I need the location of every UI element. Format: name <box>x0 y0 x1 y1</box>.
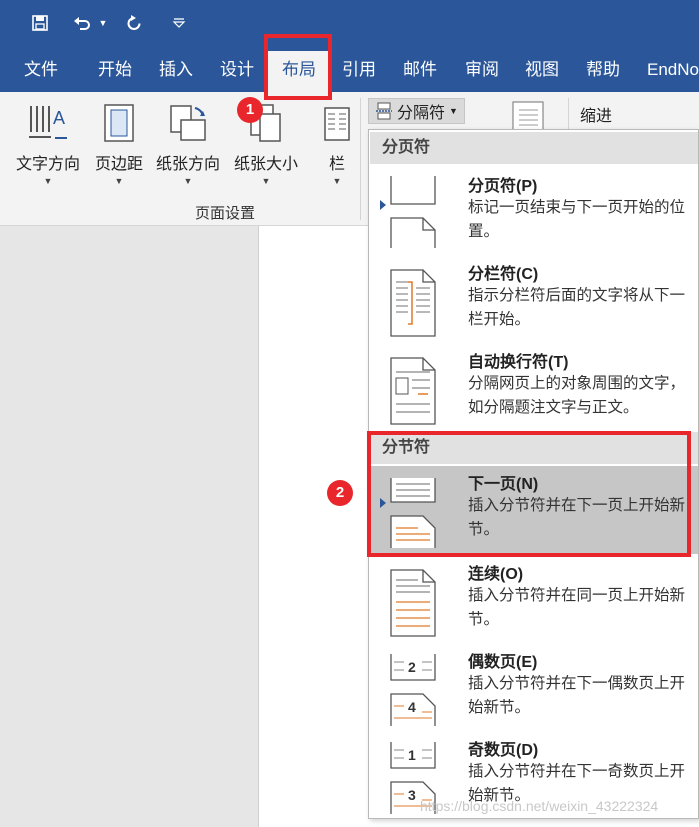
redo-icon[interactable] <box>122 10 146 36</box>
tab-review[interactable]: 审阅 <box>465 58 499 82</box>
chevron-down-icon: ▼ <box>449 106 458 116</box>
tab-endnote[interactable]: EndNo <box>647 58 699 82</box>
tab-insert[interactable]: 插入 <box>159 58 193 82</box>
menu-item-continuous[interactable]: 连续(O) 插入分节符并在同一页上开始新节。 <box>370 556 698 644</box>
column-break-icon <box>388 262 440 338</box>
text-direction-icon: A <box>25 100 71 144</box>
columns-label: 栏 <box>328 156 345 173</box>
menu-item-title: 分栏符(C) <box>468 266 539 283</box>
orientation-label: 纸张方向 <box>156 156 221 173</box>
menu-item-text-wrapping-break[interactable]: 自动换行符(T) 分隔网页上的对象周围的文字，如分隔题注文字与正文。 <box>370 344 698 432</box>
tab-mailings[interactable]: 邮件 <box>403 58 437 82</box>
step-badge-2: 2 <box>327 480 353 506</box>
menu-item-description: 插入分节符并在下一偶数页上开始新节。 <box>468 675 686 716</box>
menu-item-description: 插入分节符并在同一页上开始新节。 <box>468 587 686 628</box>
customize-caret-icon[interactable] <box>168 10 190 36</box>
menu-item-description: 指示分栏符后面的文字将从下一栏开始。 <box>468 287 686 328</box>
orientation-icon <box>167 100 209 144</box>
svg-text:A: A <box>53 108 65 128</box>
orientation-button[interactable]: 纸张方向 ▼ <box>156 100 220 186</box>
save-icon[interactable] <box>28 10 52 36</box>
tab-help[interactable]: 帮助 <box>586 58 620 82</box>
tab-design[interactable]: 设计 <box>220 58 254 82</box>
breaks-label: 分隔符 <box>397 105 446 122</box>
even-page-section-icon: 24 <box>388 650 440 726</box>
even-page-digit-bottom: 4 <box>408 699 416 715</box>
menu-item-even-page[interactable]: 24 偶数页(E) 插入分节符并在下一偶数页上开始新节。 <box>370 644 698 732</box>
watermark-text: https://blog.csdn.net/weixin_43222324 <box>420 798 659 814</box>
margins-icon <box>102 100 136 144</box>
highlight-box-next-page <box>367 431 691 557</box>
menu-item-column-break[interactable]: 分栏符(C) 指示分栏符后面的文字将从下一栏开始。 <box>370 256 698 344</box>
ribbon-tab-bar: 文件 开始 插入 设计 布局 引用 邮件 审阅 视图 帮助 EndNo <box>0 48 699 92</box>
undo-dropdown-icon[interactable]: ▼ <box>96 10 110 36</box>
tab-view[interactable]: 视图 <box>525 58 559 82</box>
odd-page-digit-top: 1 <box>408 747 416 763</box>
step-badge-1: 1 <box>237 97 263 123</box>
chevron-down-icon: ▼ <box>183 176 193 186</box>
menu-item-description: 分隔网页上的对象周围的文字，如分隔题注文字与正文。 <box>468 375 686 416</box>
chevron-down-icon: ▼ <box>261 176 271 186</box>
menu-item-title: 自动换行符(T) <box>468 354 569 371</box>
page-setup-group-label: 页面设置 <box>195 205 256 222</box>
ribbon-divider <box>360 98 361 220</box>
columns-icon <box>322 100 352 144</box>
menu-item-title: 分页符(P) <box>468 178 538 195</box>
page-breaks-header: 分页符 <box>370 132 698 164</box>
margins-label: 页边距 <box>95 156 144 173</box>
text-wrapping-break-icon <box>388 350 440 426</box>
columns-button[interactable]: 栏 ▼ <box>322 100 352 186</box>
pointer-arrow-icon <box>380 200 386 210</box>
odd-page-digit-bottom: 3 <box>408 787 416 803</box>
menu-item-title: 连续(O) <box>468 566 524 583</box>
even-page-digit-top: 2 <box>408 659 416 675</box>
text-direction-label: 文字方向 <box>16 156 81 173</box>
title-bar: ▼ <box>0 0 699 48</box>
indent-label: 缩进 <box>580 108 613 125</box>
breaks-button[interactable]: 分隔符 ▼ <box>368 98 465 124</box>
continuous-section-icon <box>388 562 440 638</box>
margins-button[interactable]: 页边距 ▼ <box>95 100 143 186</box>
chevron-down-icon: ▼ <box>332 176 342 186</box>
tab-file[interactable]: 文件 <box>24 58 58 82</box>
text-direction-button[interactable]: A 文字方向 ▼ <box>16 100 80 186</box>
menu-item-title: 奇数页(D) <box>468 742 539 759</box>
menu-item-page-break[interactable]: 分页符(P) 标记一页结束与下一页开始的位置。 <box>370 168 698 256</box>
size-label: 纸张大小 <box>234 156 299 173</box>
highlight-box-layout-tab <box>264 34 332 100</box>
tab-references[interactable]: 引用 <box>342 58 376 82</box>
menu-item-description: 标记一页结束与下一页开始的位置。 <box>468 199 686 240</box>
menu-item-title: 偶数页(E) <box>468 654 538 671</box>
page-break-icon <box>388 174 440 250</box>
chevron-down-icon: ▼ <box>43 176 53 186</box>
tab-home[interactable]: 开始 <box>98 58 132 82</box>
breaks-icon <box>376 102 392 120</box>
chevron-down-icon: ▼ <box>114 176 124 186</box>
undo-icon[interactable] <box>70 10 94 36</box>
